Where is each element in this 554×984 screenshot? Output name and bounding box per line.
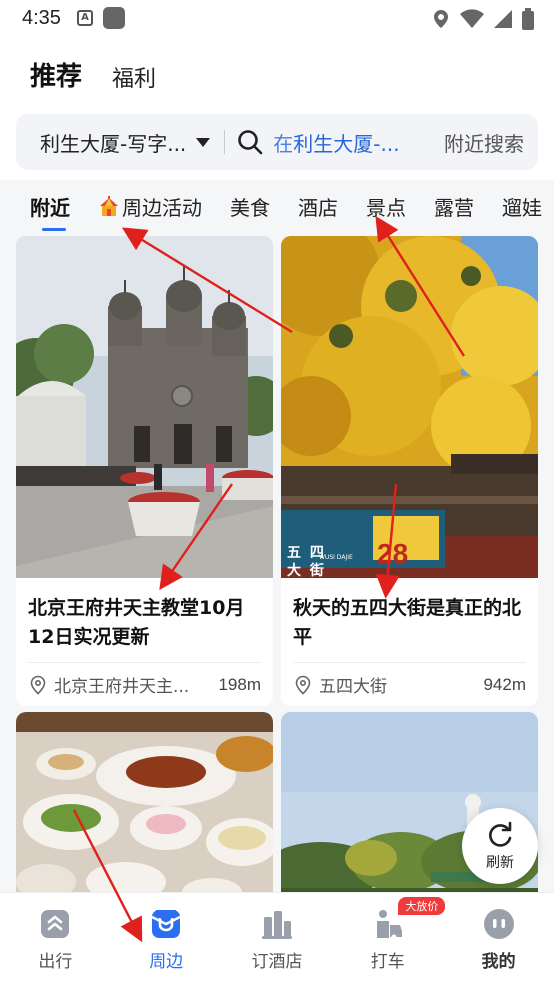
feed-card-food[interactable]	[16, 712, 273, 892]
category-scenic[interactable]: 景点	[366, 192, 406, 221]
category-activities[interactable]: 周边活动	[98, 192, 202, 221]
nav-label: 订酒店	[251, 952, 303, 972]
battery-icon	[522, 8, 534, 30]
card-distance: 942m	[483, 674, 526, 694]
tab-benefits[interactable]: 福利	[112, 61, 156, 93]
search-hint-prefix: 在	[273, 131, 294, 156]
search-icon	[238, 130, 263, 155]
search-input[interactable]: 在利生大厦-...	[273, 128, 399, 157]
location-pin-icon	[295, 675, 311, 695]
nav-label: 周边	[149, 952, 184, 972]
nav-profile[interactable]: 我的	[443, 893, 554, 984]
category-food[interactable]: 美食	[230, 192, 270, 221]
nav-hotel[interactable]: 订酒店	[222, 893, 333, 984]
tab-recommend[interactable]: 推荐	[30, 56, 82, 93]
feed-card-wusi-street[interactable]: 五 四 大 街 28 WUSI DAJIE 秋天的五四大街是真正的北平 五四大街…	[281, 236, 538, 706]
nav-taxi[interactable]: 大放价 打车	[332, 893, 446, 984]
dropdown-arrow-icon[interactable]	[196, 137, 211, 147]
refresh-button[interactable]: 刷新	[462, 808, 538, 884]
status-time: 4:35	[22, 6, 61, 29]
nav-label: 我的	[481, 952, 516, 972]
nav-label: 出行	[38, 952, 73, 972]
location-selector[interactable]: 利生大厦-写字...	[40, 128, 186, 157]
card-divider	[28, 662, 261, 663]
nav-label: 打车	[370, 952, 405, 972]
nearby-icon	[151, 910, 181, 938]
search-hint-place: 利生大厦-...	[293, 131, 400, 156]
signal-icon	[494, 10, 512, 28]
card-image	[16, 236, 273, 578]
card-location-name: 北京王府井天主...	[54, 677, 190, 697]
nav-nearby[interactable]: 周边	[111, 893, 222, 984]
category-label: 附近	[30, 196, 70, 220]
feed: 北京王府井天主教堂10月12日实况更新 北京王府井天主... 198m 五 四 …	[0, 232, 554, 892]
refresh-label: 刷新	[486, 855, 514, 871]
search-bar: 利生大厦-写字... 在利生大厦-... 附近搜索	[16, 114, 538, 170]
profile-icon	[483, 909, 514, 939]
card-title: 秋天的五四大街是真正的北平	[293, 597, 522, 648]
card-location-row: 北京王府井天主... 198m	[28, 672, 261, 697]
category-hotel[interactable]: 酒店	[298, 192, 338, 221]
category-nearby[interactable]: 附近	[30, 192, 70, 231]
circus-tent-icon	[100, 195, 118, 216]
card-distance: 198m	[218, 674, 261, 694]
promo-badge: 大放价	[398, 897, 446, 915]
category-kids[interactable]: 遛娃	[502, 192, 542, 221]
wifi-icon	[460, 9, 484, 28]
street-sign-row2: 大 街	[287, 563, 326, 579]
location-pin-icon	[30, 675, 46, 695]
hotel-icon	[261, 911, 292, 939]
card-divider	[293, 662, 526, 663]
category-label: 周边活动	[122, 196, 202, 220]
refresh-icon	[489, 821, 512, 847]
category-tabs: 附近 周边活动 美食 酒店 景点 露营 遛娃	[0, 180, 554, 232]
search-divider	[224, 130, 226, 154]
location-status-icon	[434, 10, 448, 28]
app-notification-icon: A	[76, 10, 93, 26]
card-location-row: 五四大街 942m	[293, 672, 526, 697]
notification-square-icon	[102, 7, 125, 29]
category-camping[interactable]: 露营	[434, 192, 474, 221]
nav-travel[interactable]: 出行	[0, 893, 111, 984]
status-bar: 4:35 A	[0, 0, 554, 36]
street-sign-number: 28	[377, 538, 409, 569]
card-image	[281, 236, 538, 578]
travel-icon	[41, 910, 70, 938]
card-location-name: 五四大街	[319, 677, 387, 697]
card-image	[16, 712, 273, 892]
active-tab-indicator	[42, 228, 66, 231]
street-sign-romanized: WUSI DAJIE	[319, 554, 353, 561]
bottom-nav: 出行 周边 订酒店 大放价 打车 我的	[0, 892, 554, 984]
feed-card-church[interactable]: 北京王府井天主教堂10月12日实况更新 北京王府井天主... 198m	[16, 236, 273, 706]
nearby-search-button[interactable]: 附近搜索	[444, 128, 524, 157]
card-title: 北京王府井天主教堂10月12日实况更新	[28, 597, 245, 648]
top-tabs: 推荐 福利	[30, 56, 156, 93]
